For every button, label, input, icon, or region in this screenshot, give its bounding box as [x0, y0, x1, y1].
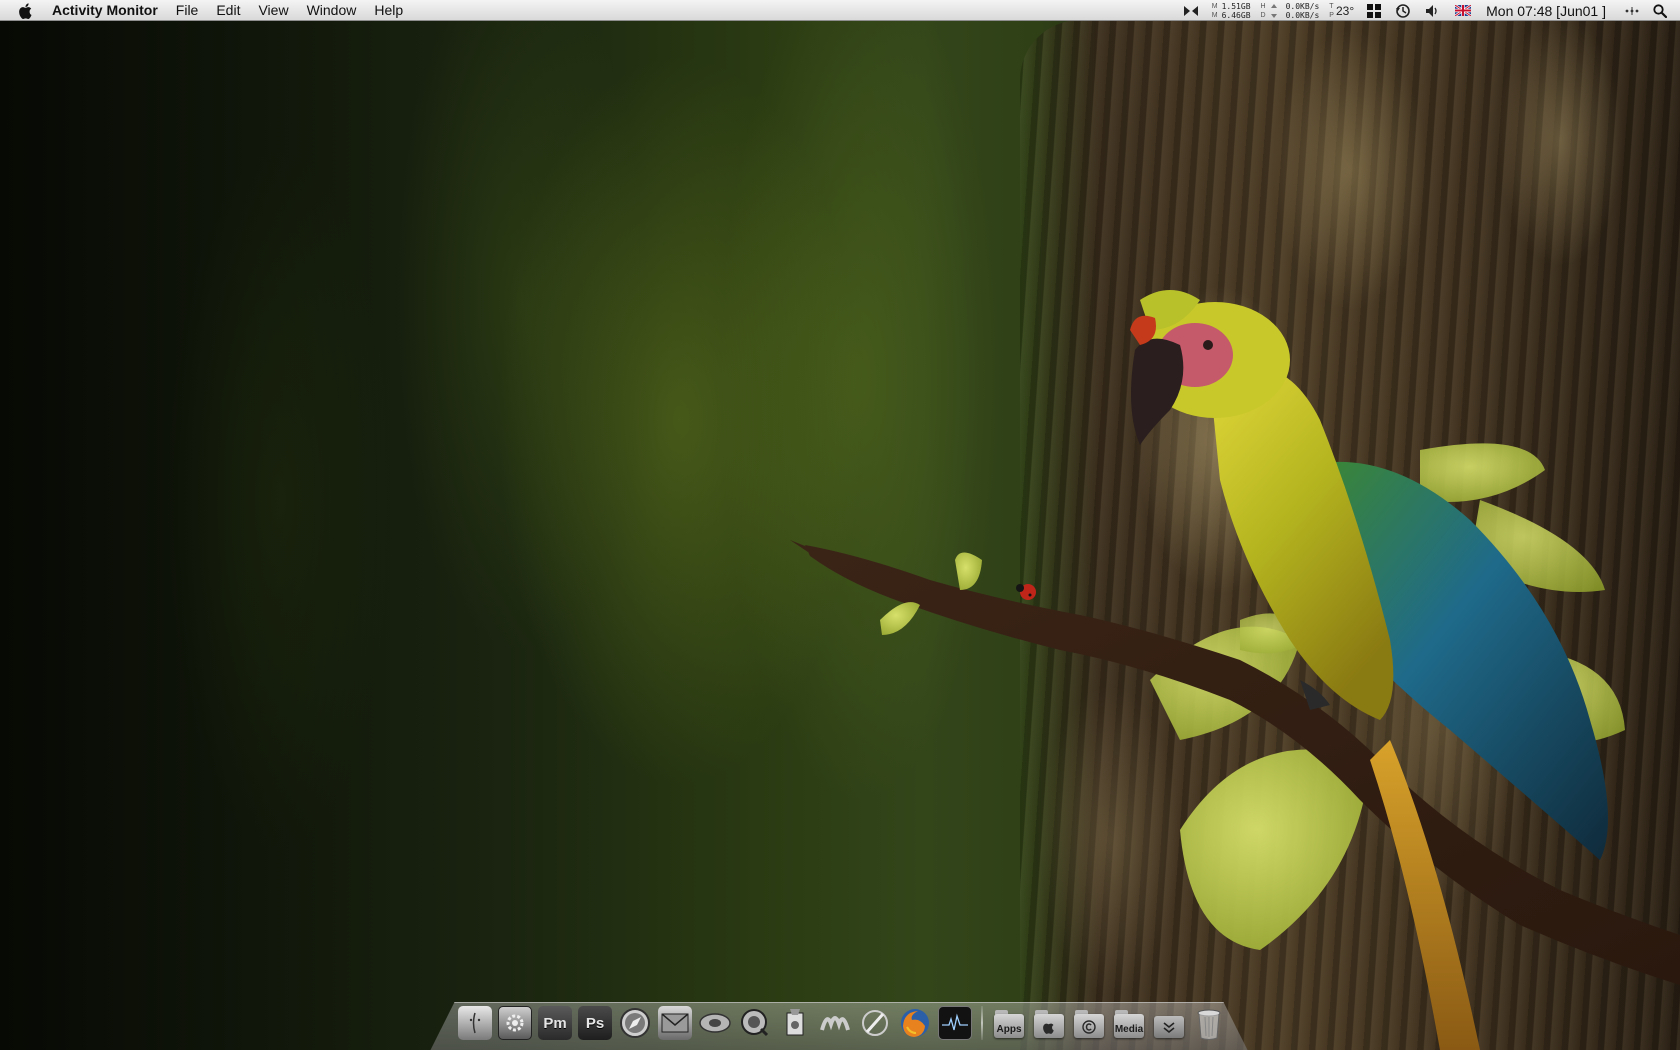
finder-icon[interactable]	[458, 1006, 492, 1040]
activity-monitor-icon[interactable]	[938, 1006, 972, 1040]
uk-flag-icon[interactable]	[1455, 0, 1472, 21]
temperature-icon: TP	[1329, 2, 1334, 19]
mail-icon[interactable]	[658, 1006, 692, 1040]
network-up: 0.0KB/s	[1285, 1, 1320, 11]
volume-icon[interactable]	[1425, 0, 1441, 21]
system-preferences-icon[interactable]	[498, 1006, 532, 1040]
media-folder[interactable]: Media	[1112, 1006, 1146, 1040]
quicktime-icon[interactable]	[738, 1006, 772, 1040]
photoshop-icon[interactable]: Ps	[578, 1006, 612, 1040]
desktop: Activity Monitor File Edit View Window H…	[0, 0, 1680, 1050]
apps-folder-label: Apps	[996, 1024, 1022, 1035]
network-down: 0.0KB/s	[1285, 10, 1320, 20]
chevron-down-icon	[1163, 1022, 1175, 1034]
parrot-illustration	[790, 290, 1680, 1050]
trash-can-icon	[1197, 1009, 1221, 1040]
script-editor-icon[interactable]	[818, 1006, 852, 1040]
menu-bar: Activity Monitor File Edit View Window H…	[0, 0, 1680, 21]
menu-edit[interactable]: Edit	[207, 0, 249, 21]
copyright-folder[interactable]	[1072, 1006, 1106, 1040]
safari-icon[interactable]	[618, 1006, 652, 1040]
photomatix-icon[interactable]: Pm	[538, 1006, 572, 1040]
apple-icon[interactable]	[18, 2, 34, 20]
memory-free: 6.46GB	[1221, 10, 1251, 20]
temperature-reading[interactable]: 23°	[1336, 4, 1354, 18]
copyright-glyph-icon	[1082, 1020, 1096, 1034]
menu-view[interactable]: View	[249, 0, 297, 21]
disk-icon: HD	[1260, 2, 1266, 19]
network-meter[interactable]: 0.0KB/s 0.0KB/s	[1286, 2, 1320, 20]
photoshop-label: Ps	[585, 1014, 605, 1032]
media-folder-label: Media	[1114, 1024, 1144, 1035]
firefox-icon[interactable]	[898, 1006, 932, 1040]
memory-icon: MM	[1211, 2, 1218, 19]
app-menu[interactable]: Activity Monitor	[48, 0, 167, 21]
clock[interactable]: Mon 07:48 [Jun01 ]	[1486, 3, 1606, 19]
trash-icon[interactable]	[1192, 1006, 1226, 1040]
pen-tool-icon[interactable]	[858, 1006, 892, 1040]
downloads-stack[interactable]	[1152, 1006, 1186, 1040]
itunes-icon[interactable]	[698, 1006, 732, 1040]
memory-meter[interactable]: 1.51GB 6.46GB	[1222, 2, 1251, 20]
menu-help[interactable]: Help	[365, 0, 412, 21]
menu-extra-icon[interactable]	[1183, 0, 1199, 21]
applications-folder[interactable]	[1032, 1006, 1066, 1040]
dock-separator	[981, 1006, 983, 1040]
memory-used: 1.51GB	[1221, 1, 1251, 11]
network-arrows-icon	[1270, 0, 1278, 21]
menu-file[interactable]: File	[167, 0, 208, 21]
bluetooth-dots-icon[interactable]	[1625, 0, 1639, 21]
itunes-cd-icon[interactable]	[778, 1006, 812, 1040]
menu-window[interactable]: Window	[298, 0, 366, 21]
photomatix-label: Pm	[543, 1014, 567, 1032]
spaces-icon[interactable]	[1367, 0, 1382, 21]
spotlight-icon[interactable]	[1653, 0, 1667, 21]
time-machine-icon[interactable]	[1395, 0, 1411, 21]
dock: Pm Ps Apps Media	[455, 996, 1229, 1040]
apple-glyph-icon	[1043, 1023, 1054, 1034]
apps-folder[interactable]: Apps	[992, 1006, 1026, 1040]
